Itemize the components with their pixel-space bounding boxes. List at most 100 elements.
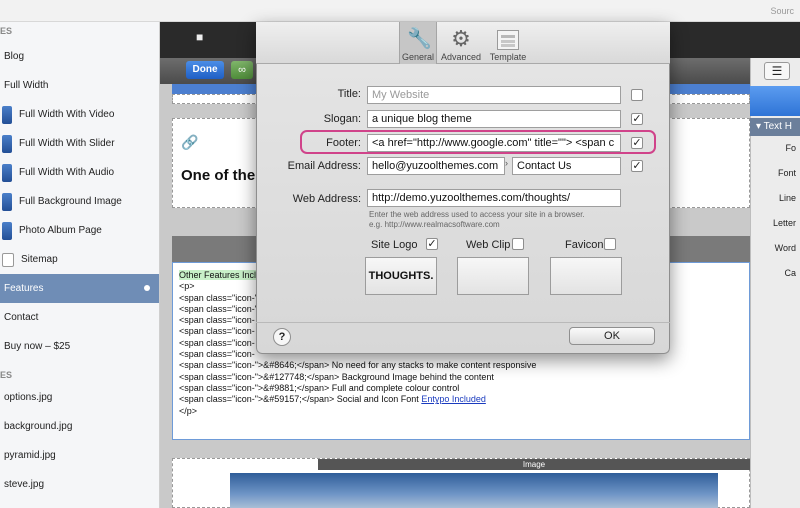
title-checkbox[interactable] [631,89,643,101]
email-link-text-input[interactable]: Contact Us [512,157,621,175]
sidebar-item-buy-now[interactable]: Buy now – $25 [0,332,159,361]
list-icon: ☰ [771,64,783,78]
site-settings-dialog [256,22,670,354]
inspector-label: Line [778,193,796,203]
sidebar-item-label: Full Background Image [19,196,122,207]
image-stack-label: Image [318,459,750,470]
sidebar-item-full-width[interactable]: Full Width [0,71,159,100]
sidebar-item-label: Full Width With Audio [19,167,115,178]
footer-checkbox[interactable]: ✓ [631,137,643,149]
window-topbar [0,0,800,22]
web-address-input[interactable]: http://demo.yuzoolthemes.com/thoughts/ [367,189,621,207]
code-link[interactable]: Entypo Included [421,394,486,404]
code-line: <span class="icon- [179,337,255,348]
wrench-icon: 🔧 [407,28,432,50]
email-label: Email Address: [287,160,361,172]
page-icon [2,134,12,153]
footer-label: Footer: [326,137,361,149]
sidebar-item-label: Sitemap [21,254,58,265]
sidebar-item-full-width-video[interactable]: Full Width With Video [0,100,159,129]
inspector-label: Ca [784,268,796,278]
tab-template[interactable]: Template [486,52,530,62]
web-clip-well[interactable] [457,257,529,295]
inspector-label: Letter [772,218,796,228]
list-view-button[interactable]: ☰ [764,62,790,80]
sidebar-item-full-width-audio[interactable]: Full Width With Audio [0,158,159,187]
sidebar-item-label: Full Width With Video [19,109,115,120]
sidebar-item-photo-album[interactable]: Photo Album Page [0,216,159,245]
chain-link-icon[interactable]: 🔗 [181,134,198,151]
sidebar-item-full-width-slider[interactable]: Full Width With Slider [0,129,159,158]
code-line: <span class="icon-">&#127748;</span> Bac… [179,371,494,382]
help-button[interactable]: ? [273,328,291,346]
tab-general[interactable]: General [396,52,440,62]
page-icon [2,252,14,267]
site-logo-checkbox[interactable]: ✓ [426,238,438,250]
popup-arrow-icon[interactable]: › [505,158,508,168]
image-preview [230,473,718,508]
title-input[interactable]: My Website [367,86,621,104]
web-clip-label: Web Clip [466,239,511,251]
code-line: </p> [179,405,198,416]
source-label: Sourc [770,6,794,16]
slogan-checkbox[interactable]: ✓ [631,113,643,125]
inspector-toolbar [750,22,800,58]
page-icon [2,105,12,124]
sidebar: ES Blog Full Width Full Width With Video… [0,22,160,508]
done-button[interactable]: Done [186,61,224,79]
web-clip-checkbox[interactable] [512,238,524,250]
footer-input[interactable]: <a href="http://www.google.com" title=""… [367,134,621,152]
box-icon[interactable]: ■ [196,30,210,44]
resource-label: pyramid.jpg [4,450,56,461]
resource-item[interactable]: steve.jpg [0,470,159,499]
inspector-label: Word [774,243,796,253]
inspector-header-label: Text H [763,121,792,132]
slogan-input[interactable]: a unique blog theme [367,110,621,128]
site-logo-image: THOUGHTS. [368,270,434,282]
resource-item[interactable]: pyramid.jpg [0,441,159,470]
sidebar-section-pages: ES [0,26,13,36]
sidebar-item-label: Features [4,283,44,294]
inspector-tab-active[interactable] [750,86,800,116]
template-icon [497,30,519,50]
selected-dot-icon [144,285,150,291]
web-address-label: Web Address: [292,193,361,205]
inspector-label: Font [777,168,796,178]
inspector-label: Fo [785,143,796,153]
sidebar-item-label: Full Width [4,80,49,91]
resource-label: steve.jpg [4,479,45,490]
sidebar-item-contact[interactable]: Contact [0,303,159,332]
sidebar-item-features[interactable]: Features [0,274,159,303]
resource-item[interactable]: options.jpg [0,383,159,412]
gear-icon: ⚙ [451,26,471,51]
sidebar-item-blog[interactable]: Blog [0,42,159,71]
inspector-section-header[interactable]: ▾ Text H [750,118,800,136]
email-checkbox[interactable]: ✓ [631,160,643,172]
code-line: <span class="icon-">&#9881;</span> Full … [179,382,460,393]
sidebar-item-sitemap[interactable]: Sitemap [0,245,159,274]
sidebar-item-label: Buy now – $25 [4,341,71,352]
resource-item[interactable]: background.jpg [0,412,159,441]
code-line: <span class="icon- [179,326,255,337]
favicon-label: Favicon [565,239,604,251]
ok-button[interactable]: OK [569,327,655,345]
link-button[interactable]: ∞ [231,61,253,79]
code-line: <span class="icon-">&#8646;</span> No ne… [179,360,537,371]
code-line: <p> [179,281,195,292]
code-line: <span class="icon-">&#59157;</span> Soci… [179,394,422,405]
sidebar-section-resources: ES [0,370,13,380]
code-line: <span class="icon- [179,349,255,360]
favicon-checkbox[interactable] [604,238,616,250]
help-line: e.g. http://www.realmacsoftware.com [369,220,500,229]
slogan-label: Slogan: [323,113,361,125]
site-logo-well[interactable]: THOUGHTS. [365,257,437,295]
favicon-well[interactable] [550,257,622,295]
sidebar-item-full-background-image[interactable]: Full Background Image [0,187,159,216]
code-line: <span class="icon- [179,315,255,326]
email-input[interactable]: hello@yuzoolthemes.com [367,157,505,175]
link-icon: ∞ [238,64,246,76]
help-line: Enter the web address used to access you… [369,210,585,219]
tab-advanced[interactable]: Advanced [439,52,483,62]
sidebar-item-label: Full Width With Slider [19,138,115,149]
title-label: Title: [337,88,361,100]
